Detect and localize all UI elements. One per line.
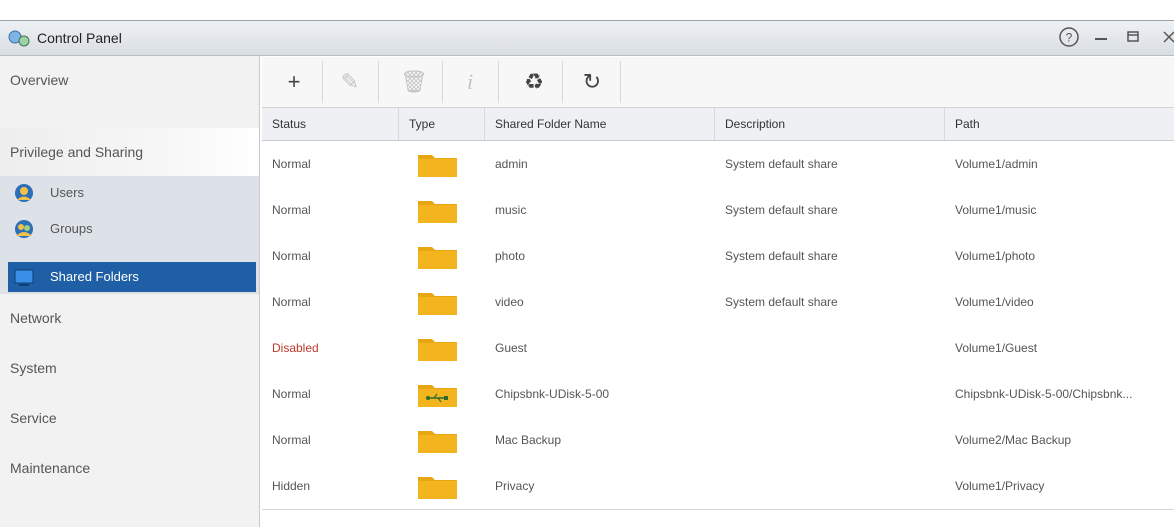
svg-text:?: ? bbox=[1066, 31, 1073, 45]
folder-icon bbox=[418, 247, 457, 269]
column-header-type[interactable]: Type bbox=[399, 108, 485, 140]
name-cell: video bbox=[495, 295, 524, 309]
sidebar-item-shared-folders[interactable]: Shared Folders bbox=[8, 262, 256, 292]
table-row[interactable]: Disabled Guest Volume1/Guest bbox=[262, 325, 1174, 372]
title-bar: Control Panel ? bbox=[0, 21, 1174, 56]
edit-button[interactable]: ✎ bbox=[322, 61, 379, 103]
name-cell: photo bbox=[495, 249, 526, 263]
folder-icon bbox=[418, 477, 457, 499]
table-row[interactable]: Normal Mac Backup Volume2/Mac Backup bbox=[262, 417, 1174, 464]
folder-icon bbox=[418, 431, 457, 453]
minimize-icon[interactable] bbox=[1093, 26, 1109, 48]
nav-maintenance[interactable]: Maintenance bbox=[0, 444, 259, 492]
add-icon: + bbox=[287, 69, 301, 94]
folder-icon bbox=[418, 201, 457, 223]
name-cell: Guest bbox=[495, 341, 528, 355]
path-cell: Volume1/admin bbox=[955, 157, 1038, 171]
nav-system[interactable]: System bbox=[0, 344, 259, 392]
description-cell bbox=[715, 325, 945, 371]
refresh-button[interactable]: ↻ bbox=[564, 61, 621, 103]
sidebar-item-groups[interactable]: Groups bbox=[8, 214, 256, 244]
users-icon bbox=[15, 184, 33, 202]
path-cell: Volume2/Mac Backup bbox=[955, 433, 1072, 447]
table-header: Status Type Shared Folder Name Descripti… bbox=[262, 108, 1174, 141]
table-row[interactable]: Normal photo System default share Volume… bbox=[262, 233, 1174, 280]
info-button[interactable]: i bbox=[442, 61, 499, 103]
status-cell: Normal bbox=[272, 433, 311, 447]
nav-network[interactable]: Network bbox=[0, 294, 259, 342]
column-header-path[interactable]: Path bbox=[945, 108, 1174, 140]
groups-icon bbox=[15, 220, 33, 238]
edit-icon: ✎ bbox=[340, 69, 360, 94]
usb-folder-icon bbox=[418, 385, 457, 407]
sidebar-item-label: Groups bbox=[50, 221, 93, 236]
sidebar-item-label: Shared Folders bbox=[50, 269, 139, 284]
status-cell: Hidden bbox=[272, 479, 311, 493]
path-cell: Volume1/music bbox=[955, 203, 1037, 217]
description-cell: System default share bbox=[725, 157, 838, 171]
nav-overview[interactable]: Overview bbox=[0, 56, 259, 104]
name-cell: Privacy bbox=[495, 479, 535, 493]
status-cell: Normal bbox=[272, 157, 311, 171]
shared-folders-icon bbox=[14, 269, 34, 286]
close-icon[interactable] bbox=[1160, 26, 1174, 48]
sidebar-item-users[interactable]: Users bbox=[8, 178, 256, 208]
table-row[interactable]: Normal music System default share Volume… bbox=[262, 187, 1174, 234]
status-cell: Disabled bbox=[272, 341, 319, 355]
refresh-icon: ↻ bbox=[582, 69, 602, 94]
name-cell: Mac Backup bbox=[495, 433, 562, 447]
description-cell bbox=[715, 371, 945, 417]
column-header-name[interactable]: Shared Folder Name bbox=[485, 108, 715, 140]
control-panel-app-icon bbox=[8, 30, 30, 47]
control-panel-window: Control Panel ? Overview Privilege and S… bbox=[0, 20, 1174, 527]
path-cell: Volume1/Privacy bbox=[955, 479, 1045, 493]
column-header-status[interactable]: Status bbox=[262, 108, 399, 140]
status-cell: Normal bbox=[272, 387, 311, 401]
privilege-submenu: Users Groups Shared Folders bbox=[0, 176, 259, 294]
path-cell: Volume1/Guest bbox=[955, 341, 1038, 355]
status-cell: Normal bbox=[272, 249, 311, 263]
delete-icon: 🗑 bbox=[400, 69, 428, 94]
folder-icon bbox=[418, 339, 457, 361]
name-cell: music bbox=[495, 203, 527, 217]
nav-privilege-and-sharing[interactable]: Privilege and Sharing bbox=[0, 128, 259, 176]
description-cell: System default share bbox=[725, 295, 838, 309]
path-cell: Volume1/photo bbox=[955, 249, 1036, 263]
table-row[interactable]: Hidden Privacy Volume1/Privacy bbox=[262, 463, 1174, 510]
status-cell: Normal bbox=[272, 295, 311, 309]
sidebar: Overview Privilege and Sharing Users Gro bbox=[0, 56, 260, 527]
window-title: Control Panel bbox=[37, 30, 122, 46]
help-icon[interactable]: ? bbox=[1058, 26, 1080, 48]
folder-icon bbox=[418, 293, 457, 315]
info-icon: i bbox=[466, 69, 474, 94]
recycle-button[interactable]: ♻ bbox=[506, 61, 563, 103]
column-header-description[interactable]: Description bbox=[715, 108, 945, 140]
sidebar-item-label: Users bbox=[50, 185, 84, 200]
nav-service[interactable]: Service bbox=[0, 394, 259, 442]
description-cell: System default share bbox=[725, 249, 838, 263]
delete-button[interactable]: 🗑 bbox=[386, 61, 443, 103]
table-row[interactable]: Normal video System default share Volume… bbox=[262, 279, 1174, 326]
description-cell: System default share bbox=[725, 203, 838, 217]
top-strip bbox=[0, 0, 1174, 20]
toolbar: + ✎ 🗑 i ♻ ↻ bbox=[262, 57, 1174, 108]
description-cell bbox=[715, 463, 945, 509]
shared-folders-table: Normal admin System default share Volume… bbox=[262, 141, 1174, 527]
table-row[interactable]: Normal Chipsbnk-UDisk-5-00 Chipsbnk-UDis… bbox=[262, 371, 1174, 418]
path-cell: Volume1/video bbox=[955, 295, 1034, 309]
description-cell bbox=[715, 417, 945, 463]
path-cell: Chipsbnk-UDisk-5-00/Chipsbnk... bbox=[955, 387, 1133, 401]
status-cell: Normal bbox=[272, 203, 311, 217]
folder-icon bbox=[418, 155, 457, 177]
name-cell: admin bbox=[495, 157, 528, 171]
table-row[interactable]: Normal admin System default share Volume… bbox=[262, 141, 1174, 188]
recycle-icon: ♻ bbox=[524, 69, 544, 94]
name-cell: Chipsbnk-UDisk-5-00 bbox=[495, 387, 610, 401]
maximize-icon[interactable] bbox=[1126, 26, 1140, 48]
add-button[interactable]: + bbox=[266, 61, 323, 103]
